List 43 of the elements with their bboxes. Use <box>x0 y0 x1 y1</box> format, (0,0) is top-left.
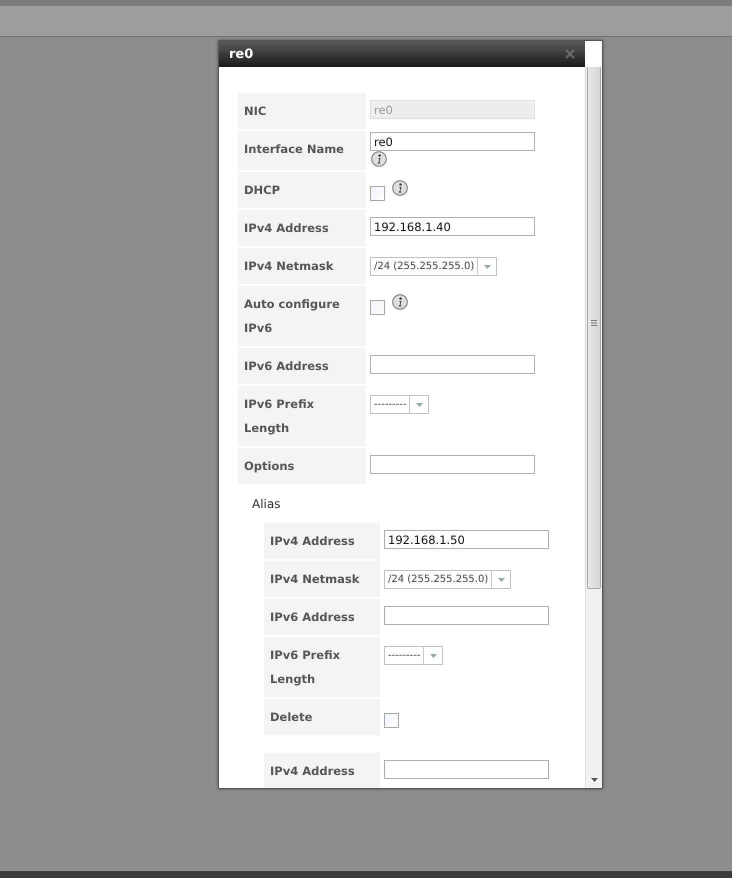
text-field[interactable]: 192.168.1.50 <box>384 530 549 549</box>
field-label: IPv6 Address <box>238 348 366 384</box>
caret-icon <box>416 402 423 406</box>
text-field[interactable]: re0 <box>370 132 535 151</box>
field-label: IPv4 Address <box>264 523 380 559</box>
info-icon[interactable] <box>392 294 408 310</box>
field-label: Options <box>238 448 366 484</box>
field-label: IPv4 Address <box>238 210 366 246</box>
caret-icon <box>498 578 505 582</box>
caret-icon <box>484 264 491 268</box>
field-label: DHCP <box>238 172 366 208</box>
field-label: IPv4 Netmask <box>238 248 366 284</box>
text-field[interactable] <box>384 606 549 625</box>
dropdown[interactable]: /24 (255.255.255.0) <box>384 570 512 589</box>
text-field[interactable]: 192.168.1.40 <box>370 217 535 236</box>
caret-icon <box>430 654 437 658</box>
info-icon[interactable] <box>371 151 387 167</box>
text-field[interactable] <box>370 455 535 474</box>
info-icon[interactable] <box>392 180 408 196</box>
field-label: NIC <box>238 93 366 129</box>
field-label: IPv4 Netmask <box>264 561 380 597</box>
dropdown[interactable]: /24 (255.255.255.0) <box>370 257 498 276</box>
scrollbar-thumb[interactable] <box>587 67 601 589</box>
scroll-down-icon[interactable] <box>590 778 598 782</box>
field-label: IPv6 Prefix Length <box>264 637 380 697</box>
checkbox[interactable] <box>370 186 385 201</box>
dropdown[interactable]: --------- <box>370 395 430 414</box>
grip-icon <box>591 320 597 326</box>
field-label: IPv6 Address <box>264 599 380 635</box>
section-heading: Alias <box>251 496 282 513</box>
field-label: Auto configure IPv6 <box>238 286 366 346</box>
text-field[interactable] <box>384 760 549 779</box>
checkbox[interactable] <box>384 713 399 728</box>
close-icon[interactable] <box>565 49 575 59</box>
field-label: IPv4 Address <box>264 753 380 788</box>
scrollbar[interactable] <box>585 67 602 788</box>
field-label: Interface Name <box>238 131 366 170</box>
checkbox[interactable] <box>370 300 385 315</box>
field-label: Delete <box>264 699 380 735</box>
field-label: IPv6 Prefix Length <box>238 386 366 446</box>
text-field[interactable] <box>370 355 535 374</box>
dropdown[interactable]: --------- <box>384 646 444 665</box>
dialog-title: re0 <box>229 46 254 62</box>
